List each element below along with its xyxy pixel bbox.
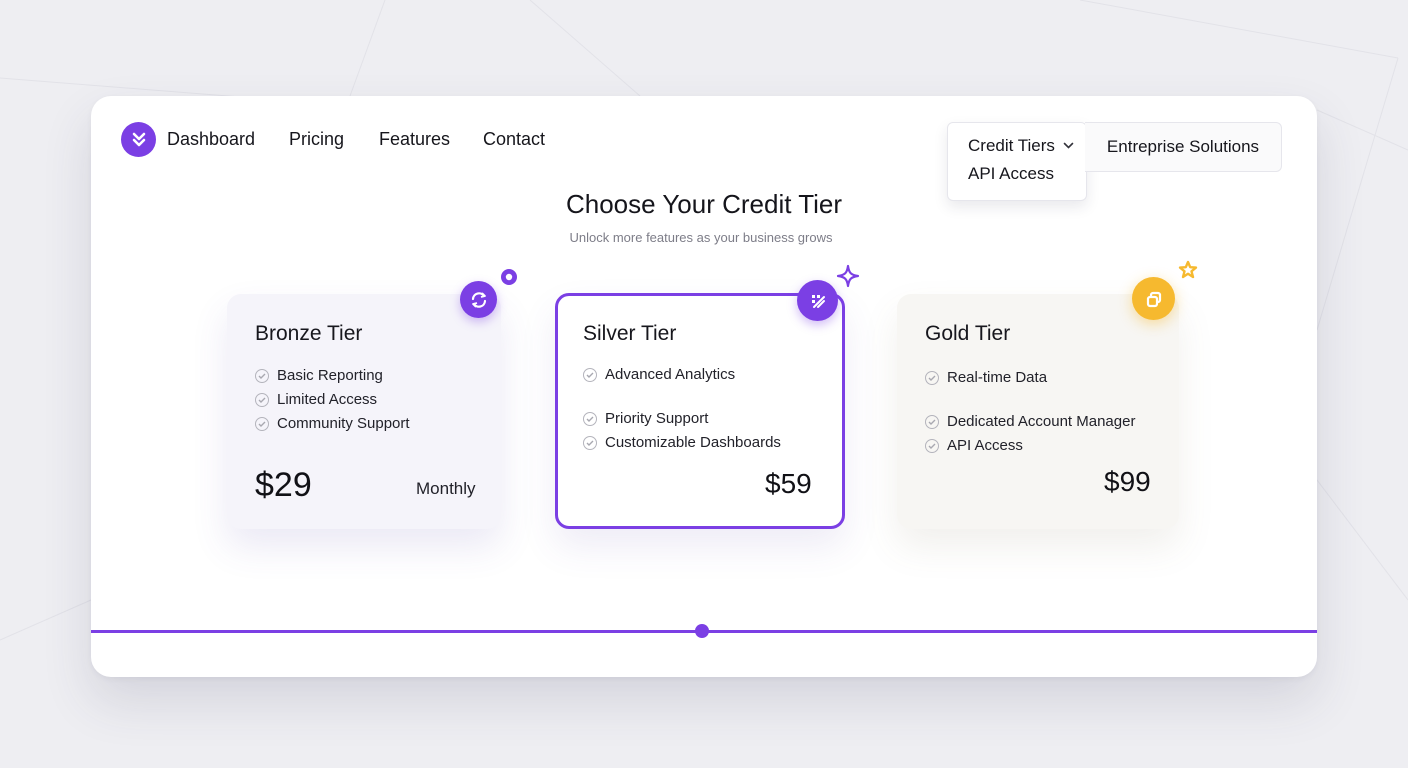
ring-dot-icon (501, 269, 517, 285)
feature-label: Limited Access (277, 391, 378, 408)
check-circle-icon (925, 438, 939, 453)
tier-price: $29 (255, 466, 312, 504)
page-subtitle: Unlock more features as your business gr… (569, 230, 833, 245)
feature-item: Community Support (255, 415, 410, 432)
check-circle-icon (255, 368, 269, 383)
refresh-cycle-icon (460, 281, 497, 318)
check-circle-icon (925, 414, 939, 429)
feature-label: Community Support (277, 415, 410, 432)
check-circle-icon (925, 370, 939, 385)
feature-item: Limited Access (255, 391, 377, 408)
tier-price: $59 (765, 468, 812, 499)
feature-label: Real-time Data (947, 369, 1048, 386)
check-circle-icon (255, 416, 269, 431)
feature-item: Customizable Dashboards (583, 434, 781, 451)
logo-icon[interactable] (121, 122, 156, 157)
check-circle-icon (255, 392, 269, 407)
tier-title: Bronze Tier (255, 322, 363, 345)
tier-title: Gold Tier (925, 322, 1011, 345)
billing-period: Monthly (416, 479, 476, 498)
dropdown-item-api-access[interactable]: API Access (968, 164, 1054, 184)
feature-item: Advanced Analytics (583, 366, 735, 383)
tier-price: $99 (1104, 466, 1151, 497)
check-circle-icon (583, 367, 597, 382)
stack-icon (1132, 277, 1175, 320)
feature-label: Customizable Dashboards (605, 434, 781, 451)
feature-label: Advanced Analytics (605, 366, 736, 383)
feature-item: Basic Reporting (255, 367, 383, 384)
credit-tiers-dropdown-toggle[interactable]: Credit Tiers (968, 136, 1074, 156)
nav-link-contact[interactable]: Contact (483, 129, 545, 150)
sparkle-icon (836, 264, 860, 288)
feature-label: Basic Reporting (277, 367, 383, 384)
feature-item: Real-time Data (925, 369, 1047, 386)
page-title: Choose Your Credit Tier (565, 189, 843, 219)
bronze-tier-card[interactable]: Bronze Tier Basic Reporting Limited Acce… (227, 294, 501, 529)
nav-link-dashboard[interactable]: Dashboard (167, 129, 255, 150)
check-circle-icon (583, 435, 597, 450)
nav-link-pricing[interactable]: Pricing (289, 129, 344, 150)
silver-tier-card[interactable]: Silver Tier Advanced Analytics Priority … (555, 293, 845, 529)
feature-item: Dedicated Account Manager (925, 413, 1135, 430)
tier-title: Silver Tier (583, 322, 677, 345)
gold-tier-card[interactable]: Gold Tier Real-time Data Dedicated Accou… (897, 294, 1179, 529)
analytics-icon (797, 280, 838, 321)
feature-label: Priority Support (605, 410, 709, 427)
app-window: Dashboard Pricing Features Contact Credi… (91, 96, 1317, 677)
feature-label: API Access (947, 437, 1023, 454)
feature-item: Priority Support (583, 410, 708, 427)
star-icon (1178, 260, 1198, 279)
feature-item: API Access (925, 437, 1023, 454)
slider-thumb[interactable] (695, 624, 709, 638)
enterprise-solutions-button[interactable]: Entreprise Solutions (1085, 122, 1282, 172)
chevron-down-icon (1063, 142, 1074, 149)
chevron-double-down-icon (132, 132, 145, 146)
feature-label: Dedicated Account Manager (947, 413, 1136, 430)
nav-link-features[interactable]: Features (379, 129, 450, 150)
dropdown-selected-label: Credit Tiers (968, 136, 1055, 155)
check-circle-icon (583, 411, 597, 426)
